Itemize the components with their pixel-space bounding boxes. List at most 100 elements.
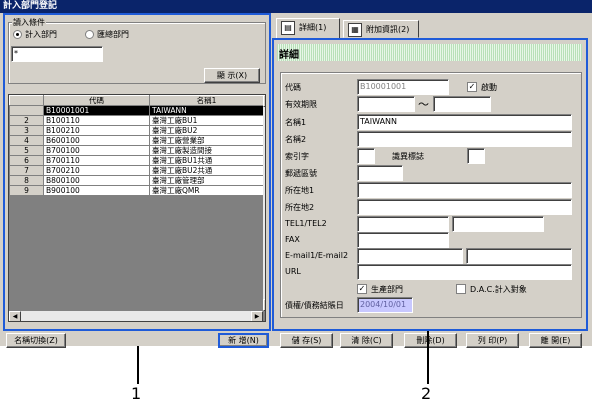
name2-field[interactable] [357,131,572,147]
switch-name-button[interactable]: 名稱切換(Z) [6,333,66,348]
cell-code[interactable]: B700210 [43,165,150,176]
cell-name[interactable]: 臺灣工廠營業部 [149,135,264,146]
row-number: 3 [9,125,44,136]
cell-code[interactable]: B600100 [43,135,150,146]
print-button[interactable]: 列 印(P) [466,333,519,348]
cell-name[interactable]: 臺灣工廠BU2 [149,125,264,136]
scroll-up-icon[interactable]: ▲ [263,95,265,107]
name1-label: 名稱1 [285,118,307,127]
radio-accounting-label: 計入部門 [25,30,57,39]
flag-field[interactable] [467,148,485,164]
table-row[interactable]: 6 B700110 臺灣工廠BU1共通 [9,155,264,166]
cell-code[interactable]: B10001001 [43,105,150,116]
table-row[interactable]: 3 B100210 臺灣工廠BU2 [9,125,264,136]
zip-label: 郵遞區號 [285,169,317,178]
tel1-field[interactable] [357,216,449,232]
tab-detail-label: 詳細(1) [299,23,327,32]
cell-code[interactable]: B700110 [43,155,150,166]
table-row[interactable]: 9 B900100 臺灣工廠QMR [9,185,264,196]
table-row[interactable]: 4 B600100 臺灣工廠營業部 [9,135,264,146]
query-group-label: 讀入條件 [12,17,46,28]
fax-field[interactable] [357,232,449,248]
fax-label: FAX [285,235,300,244]
department-grid: 代碼 名稱1 B10001001 TAIWANN 2 B100110 臺灣工廠BU1 3 B… [8,94,266,322]
index-label: 索引字 [285,152,309,161]
active-label: 啟動 [481,83,497,92]
row-number: 5 [9,145,44,156]
annotation-line-2 [427,331,429,384]
radio-summary-dept[interactable] [85,30,94,39]
scroll-right-icon[interactable]: ▶ [251,311,263,321]
delete-button[interactable]: 刪除(D) [404,333,457,348]
grid-corner [9,95,44,106]
radio-accounting-dept[interactable] [13,30,22,39]
url-label: URL [285,267,301,276]
annotation-number-1: 1 [131,384,142,403]
active-checkbox[interactable]: ✓ [467,82,477,92]
tab-additional-label: 附加資訊(2) [366,25,410,34]
table-row[interactable]: 2 B100110 臺灣工廠BU1 [9,115,264,126]
clear-button[interactable]: 清 除(C) [340,333,393,348]
save-button[interactable]: 儲 存(S) [280,333,333,348]
scroll-down-icon[interactable]: ▼ [263,299,265,311]
grid-vertical-scrollbar[interactable]: ▲ ▼ [263,95,265,311]
window-title: 計入部門登記 [0,0,592,13]
production-label: 生產部門 [371,285,403,294]
cell-code[interactable]: B700100 [43,145,150,156]
production-checkbox[interactable]: ✓ [357,284,367,294]
dac-checkbox[interactable] [456,284,466,294]
row-number: 9 [9,185,44,196]
table-row[interactable]: 5 B700100 臺灣工廠製造間接 [9,145,264,156]
annotation-number-2: 2 [421,384,432,403]
name1-field[interactable]: TAIWANN [357,114,572,130]
search-input[interactable]: * [11,46,103,62]
tab-detail[interactable]: ▤ 詳細(1) [276,18,340,38]
close-button[interactable]: 離 開(E) [529,333,582,348]
cell-name[interactable]: 臺灣工廠製造間接 [149,145,264,156]
detail-section-title: 詳細 [279,50,299,61]
period-start-field[interactable] [357,96,415,112]
cell-code[interactable]: B100210 [43,125,150,136]
document-icon: ▦ [348,23,362,37]
cell-name[interactable]: 臺灣工廠BU2共通 [149,165,264,176]
cell-name[interactable]: 臺灣工廠管理部 [149,175,264,186]
tel2-field[interactable] [452,216,544,232]
grid-header-code[interactable]: 代碼 [43,95,150,106]
cell-name[interactable]: 臺灣工廠BU1共通 [149,155,264,166]
settlement-date-field[interactable]: 2004/10/01 [357,297,413,313]
tel-label: TEL1/TEL2 [285,219,327,228]
code-field[interactable]: B10001001 [357,79,449,95]
table-row[interactable]: B10001001 TAIWANN [9,105,264,116]
cell-name[interactable]: 臺灣工廠QMR [149,185,264,196]
period-label: 有效期限 [285,100,317,109]
cell-code[interactable]: B100110 [43,115,150,126]
tab-additional-info[interactable]: ▦ 附加資訊(2) [343,20,419,38]
grid-horizontal-scrollbar[interactable]: ◀ ▶ [9,311,263,321]
email1-field[interactable] [357,248,463,264]
row-number: 7 [9,165,44,176]
cell-name[interactable]: TAIWANN [149,105,264,116]
cell-code[interactable]: B800100 [43,175,150,186]
show-button[interactable]: 顯 示(X) [204,68,260,83]
url-field[interactable] [357,264,572,280]
address1-field[interactable] [357,182,572,198]
index-field[interactable] [357,148,375,164]
grid-header-name[interactable]: 名稱1 [149,95,264,106]
email2-field[interactable] [466,248,572,264]
cell-code[interactable]: B900100 [43,185,150,196]
scroll-left-icon[interactable]: ◀ [9,311,21,321]
table-row[interactable]: 8 B800100 臺灣工廠管理部 [9,175,264,186]
name2-label: 名稱2 [285,135,307,144]
main-window: 計入部門登記 讀入條件 計入部門 匯總部門 * 顯 示(X) 代碼 名稱1 B1… [0,0,592,348]
row-number: 2 [9,115,44,126]
period-end-field[interactable] [433,96,491,112]
new-button[interactable]: 新 增(N) [218,333,269,348]
row-number: 4 [9,135,44,146]
cell-name[interactable]: 臺灣工廠BU1 [149,115,264,126]
address2-field[interactable] [357,199,572,215]
zip-field[interactable] [357,165,403,181]
flag-label: 識異標誌 [392,152,424,161]
period-separator: ～ [418,98,429,111]
annotation-line-1 [137,346,139,384]
table-row[interactable]: 7 B700210 臺灣工廠BU2共通 [9,165,264,176]
